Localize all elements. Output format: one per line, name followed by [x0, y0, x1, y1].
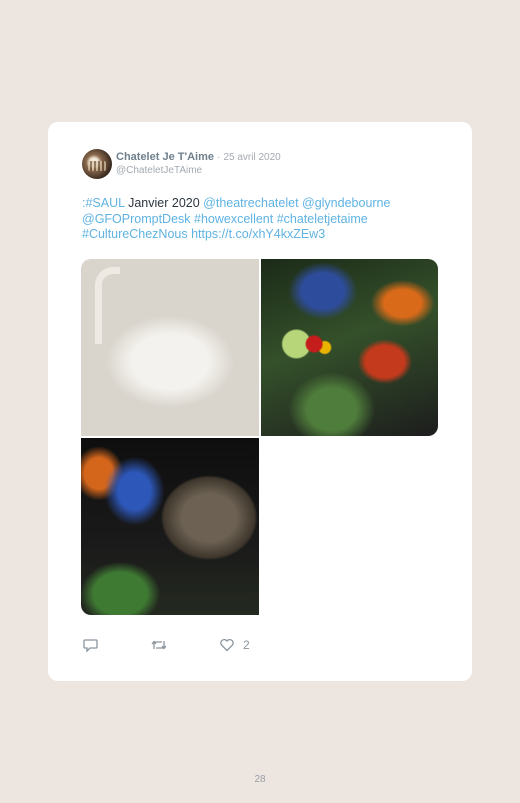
like-count: 2	[243, 638, 250, 652]
author-name[interactable]: Chatelet Je T'Aime	[116, 151, 214, 163]
photo-boar[interactable]	[81, 438, 259, 615]
tweet-card: Chatelet Je T'Aime · 25 avril 2020 @Chat…	[48, 122, 472, 681]
author-avatar[interactable]	[82, 149, 112, 179]
tweet-text: :#SAUL Janvier 2020 @theatrechatelet @gl…	[82, 196, 442, 243]
photo-swan[interactable]	[81, 259, 259, 436]
tweet-hashtag-saul[interactable]: :#SAUL	[82, 196, 125, 210]
retweet-icon[interactable]	[150, 637, 168, 658]
tweet-plain-text: Janvier 2020	[124, 196, 204, 210]
author-line: Chatelet Je T'Aime · 25 avril 2020	[116, 151, 281, 163]
tweet-actions: 2	[83, 637, 323, 655]
author-handle[interactable]: @ChateletJeTAime	[116, 165, 202, 176]
post-date[interactable]: 25 avril 2020	[223, 152, 280, 163]
photo-lobster-fruit-flowers[interactable]	[261, 259, 438, 436]
separator-dot: ·	[217, 152, 221, 163]
heart-icon[interactable]	[219, 637, 235, 658]
reply-icon[interactable]	[83, 637, 99, 658]
page-number: 28	[254, 774, 266, 785]
